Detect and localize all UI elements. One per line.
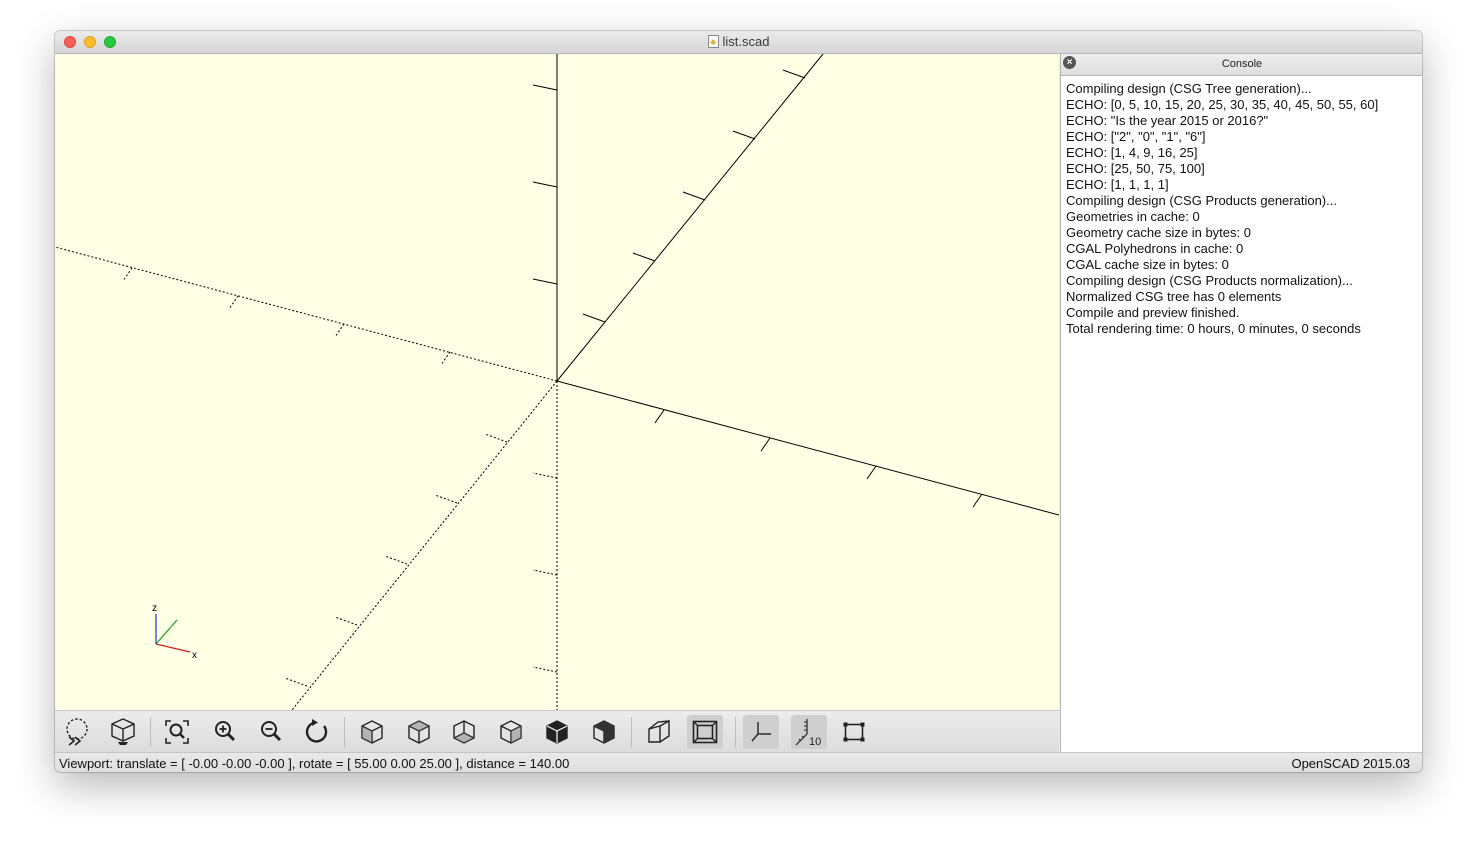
view-front-button[interactable] [539,715,575,749]
show-scale-markers-button[interactable]: 10 [791,715,827,749]
window-title: list.scad [722,34,770,49]
console-line: ECHO: [1, 4, 9, 16, 25] [1066,145,1198,160]
console-line: Geometries in cache: 0 [1066,209,1200,224]
edges-icon [843,722,865,742]
console-line: Compiling design (CSG Tree generation)..… [1066,81,1312,96]
console-panel: × Console Compiling design (CSG Tree gen… [1060,54,1422,752]
window-title-wrap: list.scad [55,34,1422,49]
status-bar: Viewport: translate = [ -0.00 -0.00 -0.0… [55,752,1422,772]
console-output[interactable]: Compiling design (CSG Tree generation)..… [1061,76,1422,337]
zoom-out-button[interactable] [253,715,289,749]
cube-bottom-icon [453,720,475,744]
toolbar-separator [150,717,151,747]
zoom-fit-icon [165,720,189,744]
show-axes-button[interactable] [743,715,779,749]
view-top-button[interactable] [401,715,437,749]
scale-markers-label: 10 [809,736,821,747]
orthogonal-button[interactable] [687,715,723,749]
preview-button[interactable] [59,715,95,749]
toolbar-separator [631,717,632,747]
reset-view-button[interactable] [299,715,335,749]
z-axis-ticks [532,84,558,673]
toolbar-separator [344,717,345,747]
gizmo-x-label: x [192,650,197,661]
console-line: ECHO: [25, 50, 75, 100] [1066,161,1205,176]
zoom-in-icon [215,721,236,742]
view-bottom-button[interactable] [446,715,482,749]
view-back-button[interactable] [586,715,622,749]
viewport-status: Viewport: translate = [ -0.00 -0.00 -0.0… [59,756,570,771]
orthogonal-icon [692,720,718,744]
cube-back-icon [593,720,615,744]
gizmo-z-label: z [152,603,157,614]
perspective-icon [648,719,670,743]
axes-orientation-gizmo: z x [152,603,197,661]
openscad-window: list.scad z x 10 × Console Compiling des… [55,31,1422,772]
console-line: ECHO: ["2", "0", "1", "6"] [1066,129,1206,144]
perspective-button[interactable] [641,715,677,749]
axis-y-negative [291,380,558,710]
cube-right-icon [361,720,383,744]
scale-markers-icon: 10 [795,719,821,747]
title-bar[interactable]: list.scad [55,31,1422,54]
show-edges-button[interactable] [836,715,872,749]
cube-top-icon [408,720,430,744]
console-line: CGAL Polyhedrons in cache: 0 [1066,241,1244,256]
viewport-toolbar: 10 [55,710,1059,753]
version-label: OpenSCAD 2015.03 [1291,756,1410,771]
view-right-button[interactable] [354,715,390,749]
cube-front-icon [546,720,568,744]
reset-view-icon [305,719,328,743]
axis-x-negative [55,246,558,382]
render-button[interactable] [105,715,141,749]
console-title: Console [1221,58,1263,70]
console-line: Compile and preview finished. [1066,305,1240,320]
axis-x-positive [556,380,1059,516]
console-close-icon[interactable]: × [1063,56,1076,69]
gizmo-y-axis [155,619,178,645]
view-left-button[interactable] [493,715,529,749]
zoom-in-button[interactable] [207,715,243,749]
console-line: Normalized CSG tree has 0 elements [1066,289,1282,304]
console-line: Geometry cache size in bytes: 0 [1066,225,1251,240]
console-line: Compiling design (CSG Products normaliza… [1066,273,1353,288]
3d-viewport[interactable]: z x [55,54,1059,710]
view-all-button[interactable] [159,715,195,749]
axes-scene: z x [55,54,1059,710]
console-line: ECHO: [1, 1, 1, 1] [1066,177,1169,192]
axes-icon [751,722,771,742]
console-line: ECHO: [0, 5, 10, 15, 20, 25, 30, 35, 40,… [1066,97,1379,112]
cube-left-icon [500,720,522,744]
document-icon [707,35,719,48]
render-icon [111,718,135,745]
console-header: × Console [1061,54,1422,76]
console-line: Total rendering time: 0 hours, 0 minutes… [1066,321,1361,336]
console-line: ECHO: "Is the year 2015 or 2016?" [1066,113,1269,128]
gizmo-x-axis [155,643,191,653]
console-line: CGAL cache size in bytes: 0 [1066,257,1229,272]
toolbar-separator [735,717,736,747]
console-line: Compiling design (CSG Products generatio… [1066,193,1337,208]
zoom-out-icon [261,721,282,742]
preview-icon [66,718,88,746]
axis-y-positive [556,54,824,382]
x-axis-ticks [122,267,983,508]
